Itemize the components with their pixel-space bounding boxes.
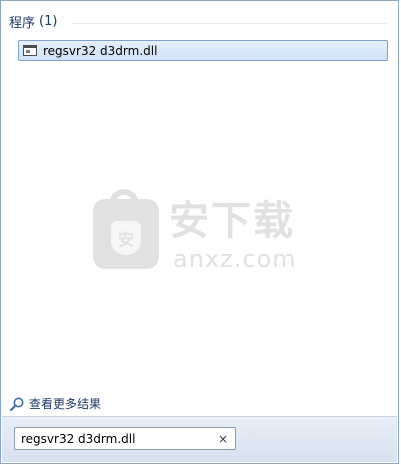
watermark-en-text: anxz.com [173,245,297,273]
program-window-icon [23,45,37,56]
group-label: 程序 [9,16,36,31]
result-item-label: regsvr32 d3drm.dll [43,43,158,58]
clear-search-icon[interactable]: × [215,431,231,447]
search-icon [9,397,24,411]
see-more-results-link[interactable]: 查看更多结果 [9,395,101,412]
group-count: (1) [39,14,58,29]
result-item-regsvr32[interactable]: regsvr32 d3drm.dll [18,40,388,61]
watermark-cn-text: 安下载 [169,198,295,244]
start-menu-search-panel: 程序 (1) regsvr32 d3drm.dll 安 安下载 anxz.com… [0,0,399,464]
watermark-bag-logo: 安 [93,189,159,269]
see-more-results-label: 查看更多结果 [29,397,102,411]
watermark-shield-icon: 安 [111,221,141,255]
results-group-header: 程序 (1) [9,12,57,31]
group-divider [73,23,386,24]
site-watermark: 安 安下载 anxz.com [93,189,313,283]
search-bar-area: × [2,416,397,462]
search-input[interactable] [15,428,215,449]
search-box: × [14,427,236,450]
